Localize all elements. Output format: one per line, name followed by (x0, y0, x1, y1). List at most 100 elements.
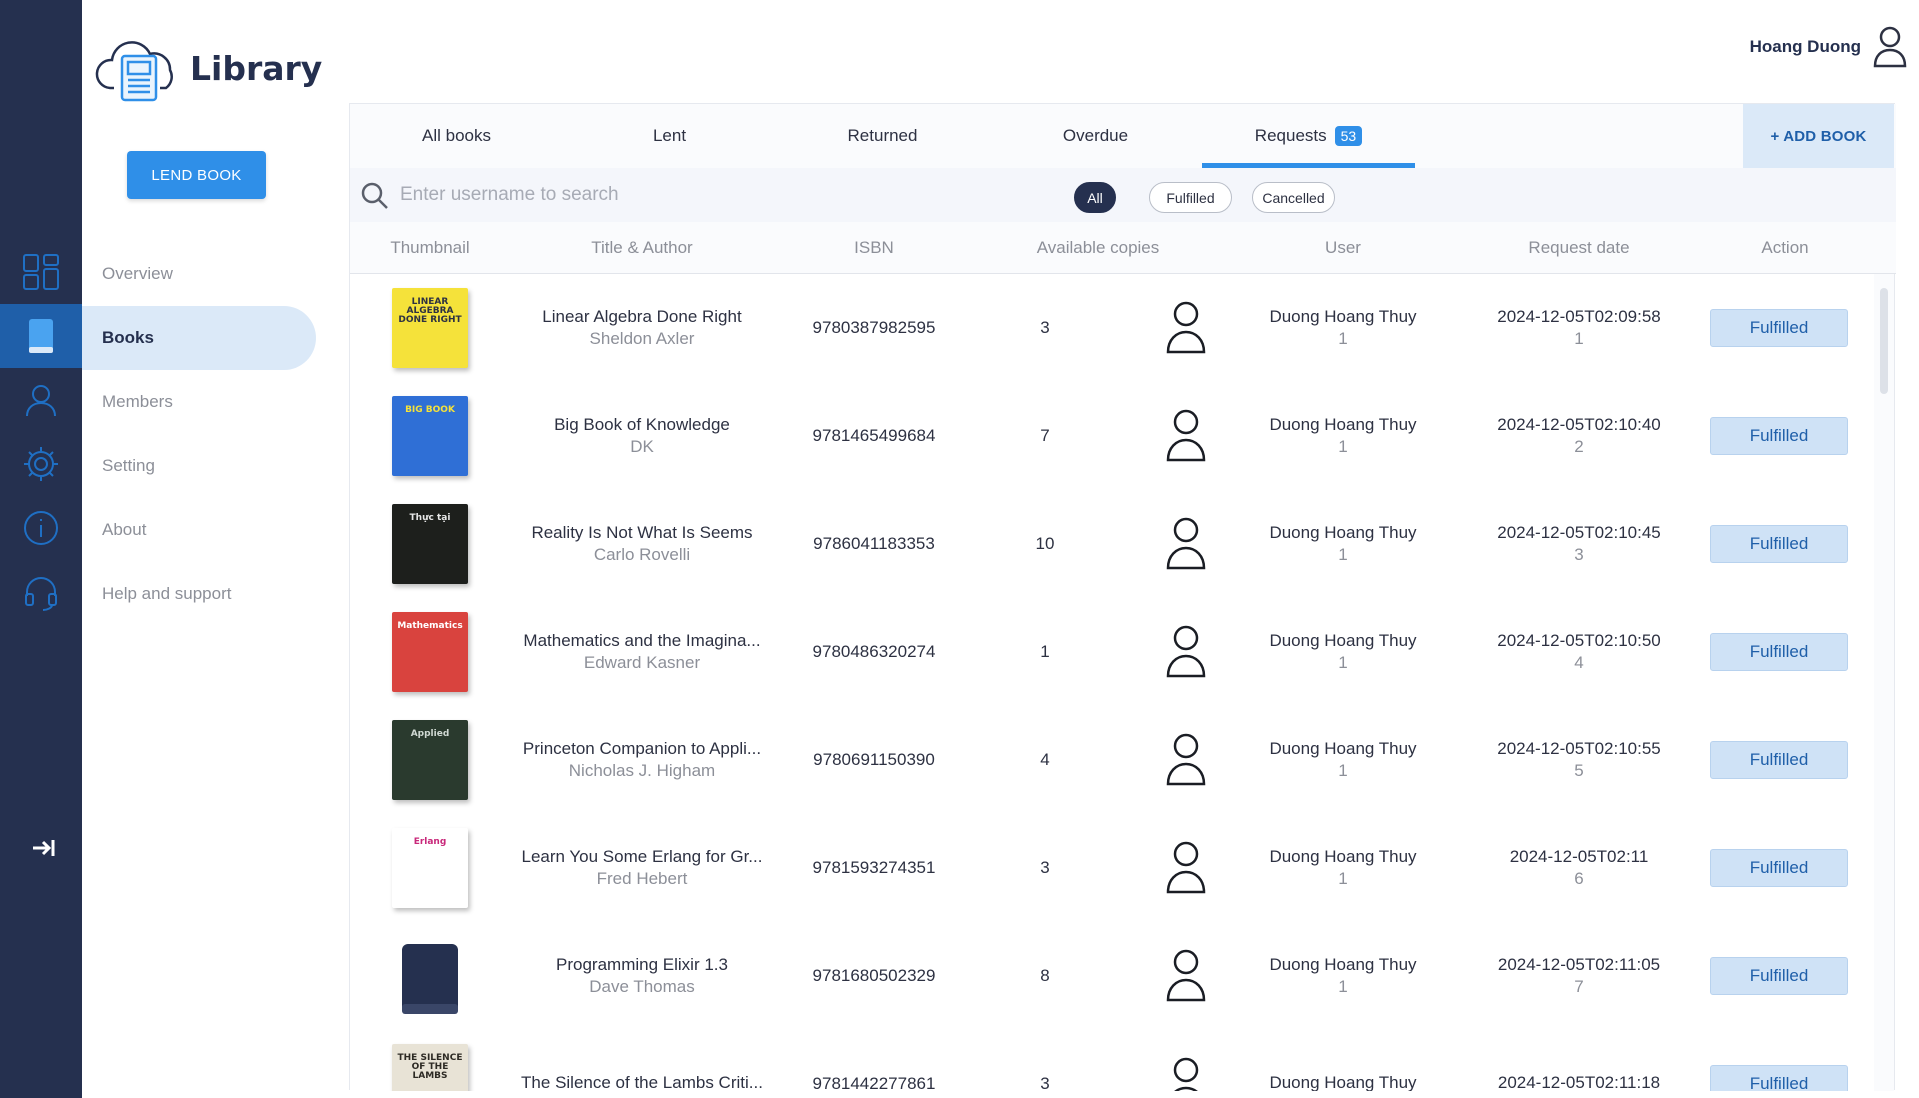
table-row[interactable]: LINEAR ALGEBRA DONE RIGHT Linear Algebra … (350, 274, 1896, 382)
table-row[interactable]: BIG BOOK Big Book of Knowledge DK 978146549… (350, 382, 1896, 490)
column-header-date[interactable]: Request date (1464, 222, 1694, 274)
tab-requests[interactable]: Requests 53 (1202, 104, 1415, 168)
cover-text: LINEAR ALGEBRA DONE RIGHT (398, 297, 462, 325)
tab-label: Returned (847, 126, 918, 145)
request-id: 7 (1574, 977, 1584, 996)
filter-cancelled-chip[interactable]: Cancelled (1252, 182, 1335, 213)
request-date: 2024-12-05T02:10:40 (1497, 415, 1661, 434)
book-author: Sheldon Axler (589, 329, 695, 348)
fulfilled-button[interactable]: Fulfilled (1710, 957, 1848, 995)
fulfilled-button[interactable]: Fulfilled (1710, 525, 1848, 563)
tab-returned[interactable]: Returned (776, 104, 989, 168)
user-name: Duong Hoang Thuy (1269, 739, 1417, 758)
book-author: Edward Kasner (583, 653, 701, 672)
column-header-action[interactable]: Action (1694, 222, 1876, 274)
user-name: Duong Hoang Thuy (1269, 415, 1417, 434)
fulfilled-button[interactable]: Fulfilled (1710, 633, 1848, 671)
table-row[interactable]: THE SILENCE OF THE LAMBS The Silence of t… (350, 1030, 1896, 1091)
sidebar-item-books[interactable]: Books (82, 306, 316, 370)
available-copies: 4 (1040, 750, 1050, 769)
column-header-copies[interactable]: Available copies (974, 222, 1222, 274)
column-header-user[interactable]: User (1222, 222, 1464, 274)
cover-text: Erlang (413, 837, 447, 847)
sidebar-item-overview[interactable]: Overview (82, 242, 347, 306)
lend-book-button[interactable]: LEND BOOK (127, 151, 266, 199)
fulfilled-button[interactable]: Fulfilled (1710, 741, 1848, 779)
user-avatar-icon[interactable] (1162, 516, 1210, 572)
tab-overdue[interactable]: Overdue (989, 104, 1202, 168)
book-title[interactable]: Learn You Some Erlang for Gr... (522, 847, 763, 867)
filter-fulfilled-chip[interactable]: Fulfilled (1149, 182, 1232, 213)
book-title[interactable]: Mathematics and the Imagina... (523, 631, 760, 651)
add-book-button[interactable]: + ADD BOOK (1743, 104, 1894, 168)
book-title[interactable]: Big Book of Knowledge (554, 415, 730, 435)
headset-icon[interactable] (0, 560, 82, 624)
sidebar-item-help[interactable]: Help and support (82, 562, 347, 626)
fulfilled-button[interactable]: Fulfilled (1710, 849, 1848, 887)
user-avatar-icon[interactable] (1162, 840, 1210, 896)
book-cover-thumbnail: Erlang (392, 828, 468, 908)
info-icon[interactable] (0, 496, 82, 560)
table-row[interactable]: Erlang Learn You Some Erlang for Gr... Fre… (350, 814, 1896, 922)
user-avatar-icon[interactable] (1162, 732, 1210, 788)
search-icon (361, 182, 388, 209)
book-title[interactable]: Reality Is Not What Is Seems (531, 523, 752, 543)
book-isbn: 9780691150390 (813, 750, 935, 769)
book-title[interactable]: Princeton Companion to Appli... (523, 739, 761, 759)
dashboard-icon[interactable] (0, 240, 82, 304)
book-cover-thumbnail: Mathematics (392, 612, 468, 692)
book-title[interactable]: The Silence of the Lambs Criti... (521, 1073, 763, 1091)
search-input[interactable] (400, 178, 900, 212)
book-isbn: 9786041183353 (813, 534, 935, 553)
fulfilled-button[interactable]: Fulfilled (1710, 309, 1848, 347)
user-avatar-icon[interactable] (1162, 948, 1210, 1004)
table-row[interactable]: Mathematics Mathematics and the Imagina..… (350, 598, 1896, 706)
table-row[interactable]: Thực tại Reality Is Not What Is Seems Carl… (350, 490, 1896, 598)
app-title: Library (190, 48, 323, 88)
column-header-isbn[interactable]: ISBN (774, 222, 974, 274)
request-date: 2024-12-05T02:10:55 (1497, 739, 1661, 758)
request-id: 5 (1574, 761, 1584, 780)
book-author: Dave Thomas (589, 977, 695, 996)
filter-all-chip[interactable]: All (1074, 182, 1116, 213)
members-icon[interactable] (0, 368, 82, 432)
tab-all-books[interactable]: All books (350, 104, 563, 168)
table-scrollbar[interactable] (1874, 274, 1894, 1091)
book-title[interactable]: Programming Elixir 1.3 (556, 955, 728, 975)
sidebar-item-setting[interactable]: Setting (82, 434, 347, 498)
table-row[interactable]: Programming Elixir 1.3 Dave Thomas 9781680… (350, 922, 1896, 1030)
user-avatar-icon[interactable] (1162, 1056, 1210, 1091)
request-date: 2024-12-05T02:11 (1509, 847, 1649, 866)
book-isbn: 9780486320274 (812, 642, 936, 661)
sidebar-item-about[interactable]: About (82, 498, 347, 562)
book-icon[interactable] (0, 304, 82, 368)
tab-label: Lent (652, 126, 687, 145)
column-header-title[interactable]: Title & Author (510, 222, 774, 274)
gear-icon[interactable] (0, 432, 82, 496)
sidebar-item-members[interactable]: Members (82, 370, 347, 434)
column-header-thumbnail[interactable]: Thumbnail (350, 222, 510, 274)
logout-icon[interactable] (0, 816, 82, 880)
user-name: Duong Hoang Thuy (1269, 307, 1417, 326)
scrollbar-thumb[interactable] (1880, 288, 1888, 394)
fulfilled-button[interactable]: Fulfilled (1710, 417, 1848, 455)
available-copies: 3 (1040, 858, 1050, 877)
request-date: 2024-12-05T02:11:05 (1497, 955, 1661, 974)
tab-label: Requests (1254, 126, 1327, 145)
user-name: Duong Hoang Thuy (1269, 523, 1417, 542)
book-isbn: 9781680502329 (812, 966, 936, 985)
request-id: 6 (1574, 869, 1584, 888)
tab-lent[interactable]: Lent (563, 104, 776, 168)
user-avatar-icon[interactable] (1162, 624, 1210, 680)
cover-text: Thực tại (409, 513, 451, 523)
book-title[interactable]: Linear Algebra Done Right (542, 307, 741, 327)
book-isbn: 9781465499684 (812, 426, 936, 445)
fulfilled-button[interactable]: Fulfilled (1710, 1065, 1848, 1091)
user-avatar-icon[interactable] (1162, 300, 1210, 356)
table-row[interactable]: Applied Princeton Companion to Appli... Ni… (350, 706, 1896, 814)
user-avatar-icon[interactable] (1162, 408, 1210, 464)
books-panel: All books Lent Returned Overdue Requests… (349, 103, 1896, 1091)
user-menu[interactable]: Hoang Duong (1750, 24, 1909, 70)
tab-bar: All books Lent Returned Overdue Requests… (350, 104, 1896, 168)
user-id: 1 (1338, 437, 1348, 456)
